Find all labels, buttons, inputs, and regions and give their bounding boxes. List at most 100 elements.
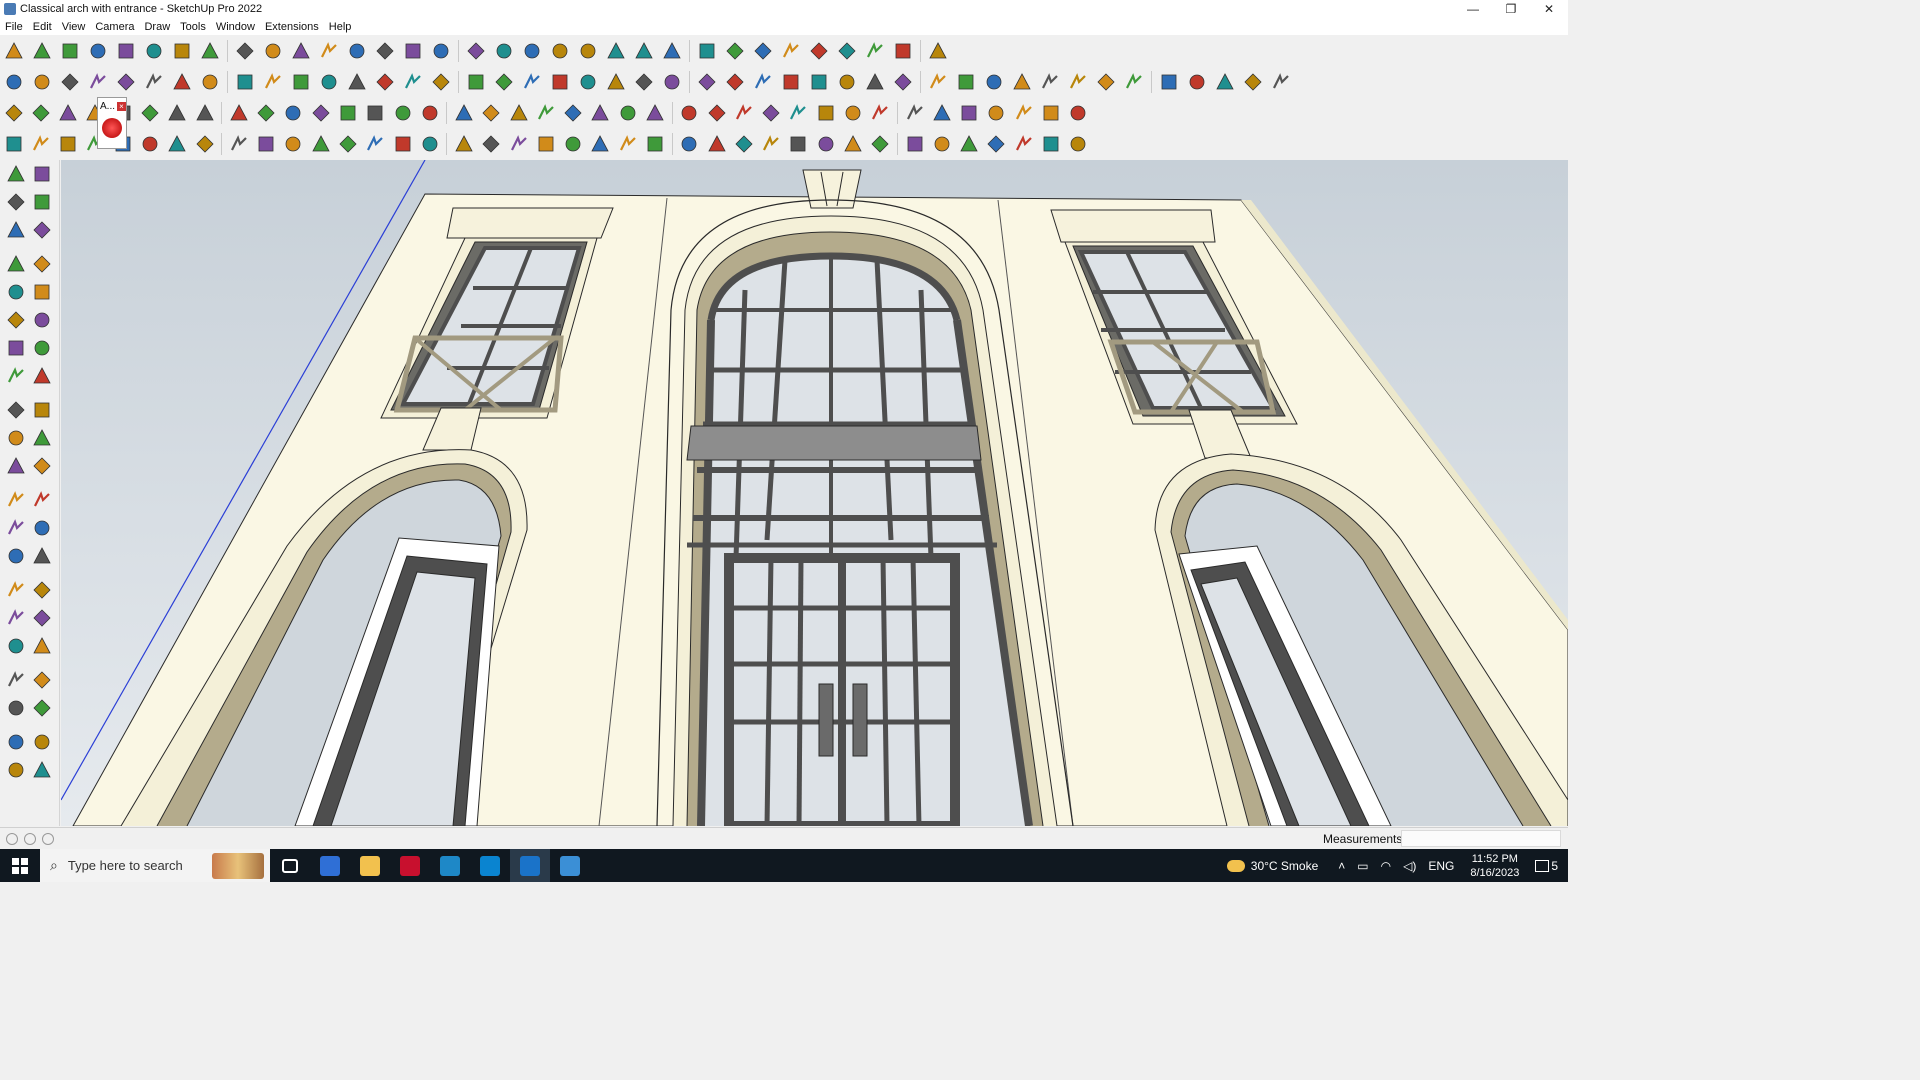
fx-icon[interactable] (660, 70, 684, 94)
material-4-icon[interactable] (1185, 70, 1209, 94)
blue-flat-icon[interactable] (29, 101, 52, 125)
tool-10-icon[interactable] (336, 132, 359, 156)
material-2-icon[interactable] (1122, 70, 1146, 94)
menu-edit[interactable]: Edit (28, 21, 57, 33)
menu-window[interactable]: Window (211, 21, 260, 33)
warning-icon[interactable] (534, 101, 557, 125)
blue-panel-2-icon[interactable] (373, 70, 397, 94)
blue-x-icon[interactable] (452, 101, 475, 125)
freehand-icon[interactable] (29, 251, 55, 277)
dashed-curve-icon[interactable] (1039, 101, 1062, 125)
close-x-icon[interactable] (1012, 101, 1035, 125)
cube-gray-icon[interactable] (30, 70, 54, 94)
edge-icon[interactable] (470, 849, 510, 882)
red-door-2-icon[interactable] (787, 101, 810, 125)
zoom-window-icon[interactable] (464, 39, 488, 63)
menu-draw[interactable]: Draw (139, 21, 175, 33)
green-node-icon[interactable] (464, 70, 488, 94)
move-icon[interactable] (233, 39, 257, 63)
red-cross-icon[interactable] (391, 101, 414, 125)
3d-text-icon[interactable] (29, 543, 55, 569)
scale-icon[interactable] (289, 39, 313, 63)
red-square-icon[interactable] (193, 101, 216, 125)
rotate-icon[interactable] (3, 425, 29, 451)
tool-22-icon[interactable] (678, 132, 701, 156)
arrow-o-icon[interactable] (261, 70, 285, 94)
red-door-3-icon[interactable] (814, 101, 837, 125)
bezier-icon[interactable] (2, 132, 25, 156)
tool-4-icon[interactable] (166, 132, 189, 156)
arc-icon[interactable] (114, 39, 138, 63)
orange-grid-2-icon[interactable] (957, 101, 980, 125)
tool-7-icon[interactable] (255, 132, 278, 156)
arrow-g-icon[interactable] (198, 70, 222, 94)
arc-icon[interactable] (3, 335, 29, 361)
shape-8-icon[interactable] (954, 70, 978, 94)
yellow-flat-icon[interactable] (57, 101, 80, 125)
credits-icon[interactable] (24, 832, 36, 845)
red-bezier-icon[interactable] (29, 132, 52, 156)
shape-2-icon[interactable] (779, 70, 803, 94)
zoom-window-icon[interactable] (29, 605, 55, 631)
tool-34-icon[interactable] (1012, 132, 1035, 156)
red-gem-icon[interactable] (841, 101, 864, 125)
material-6-icon[interactable] (1241, 70, 1265, 94)
shape-4-icon[interactable] (835, 70, 859, 94)
cone-2-icon[interactable] (507, 101, 530, 125)
calculator-icon[interactable] (310, 849, 350, 882)
hidden-line-icon[interactable] (604, 39, 628, 63)
move-icon[interactable] (3, 397, 29, 423)
arrow-r-icon[interactable] (170, 70, 194, 94)
arrow-k-icon[interactable] (233, 70, 257, 94)
redo-icon[interactable] (891, 39, 915, 63)
house-5-icon[interactable] (604, 70, 628, 94)
pan-icon[interactable] (429, 39, 453, 63)
wireframe-icon[interactable] (576, 39, 600, 63)
curve-2-icon[interactable] (336, 101, 359, 125)
zoom-icon[interactable] (2, 39, 26, 63)
section-plane-icon[interactable] (29, 695, 55, 721)
tool-18-icon[interactable] (562, 132, 585, 156)
tool-24-icon[interactable] (732, 132, 755, 156)
clock[interactable]: 11:52 PM 8/16/2023 (1470, 852, 1519, 880)
material-5-icon[interactable] (1213, 70, 1237, 94)
blue-panel-icon[interactable] (345, 70, 369, 94)
volume-icon[interactable]: ◁) (1403, 859, 1416, 873)
menu-file[interactable]: File (0, 21, 28, 33)
info-icon[interactable] (42, 832, 54, 845)
eraser-icon[interactable] (29, 189, 55, 215)
blue-cube-icon[interactable] (2, 101, 25, 125)
dimension-icon[interactable] (29, 487, 55, 513)
shape-9-icon[interactable] (982, 70, 1006, 94)
paint-bucket-icon[interactable] (3, 189, 29, 215)
drawing-viewport[interactable] (61, 160, 1568, 826)
language-indicator[interactable]: ENG (1428, 859, 1454, 873)
minimize-button[interactable]: — (1454, 0, 1492, 18)
material-7-icon[interactable] (1269, 70, 1293, 94)
house-2-icon[interactable] (520, 70, 544, 94)
previous-view-icon[interactable] (29, 633, 55, 659)
tool-8-icon[interactable] (282, 132, 305, 156)
tape-measure-icon[interactable] (3, 487, 29, 513)
push-icon[interactable] (86, 70, 110, 94)
measurements-input[interactable] (1401, 830, 1561, 847)
follow-me-icon[interactable] (198, 39, 222, 63)
protractor-icon[interactable] (3, 515, 29, 541)
meet-now-icon[interactable]: ▭ (1357, 859, 1368, 873)
tool-14-icon[interactable] (452, 132, 475, 156)
chevron-up-icon[interactable]: ˄ (1338, 859, 1345, 873)
tool-16-icon[interactable] (507, 132, 530, 156)
gold-arc-icon[interactable] (562, 101, 585, 125)
pan-tool-icon[interactable] (29, 577, 55, 603)
red-pencil-icon[interactable] (1038, 70, 1062, 94)
house-4-icon[interactable] (576, 70, 600, 94)
section-plane-icon[interactable] (723, 39, 747, 63)
gold-loop-icon[interactable] (166, 101, 189, 125)
three-point-arc-icon[interactable] (29, 363, 55, 389)
hand-stop-icon[interactable] (926, 39, 950, 63)
shape-6-icon[interactable] (891, 70, 915, 94)
rotate-icon[interactable] (261, 39, 285, 63)
lattice-icon[interactable] (869, 101, 892, 125)
red-gem-icon[interactable] (102, 118, 122, 138)
hidden-line-icon[interactable] (29, 757, 55, 783)
